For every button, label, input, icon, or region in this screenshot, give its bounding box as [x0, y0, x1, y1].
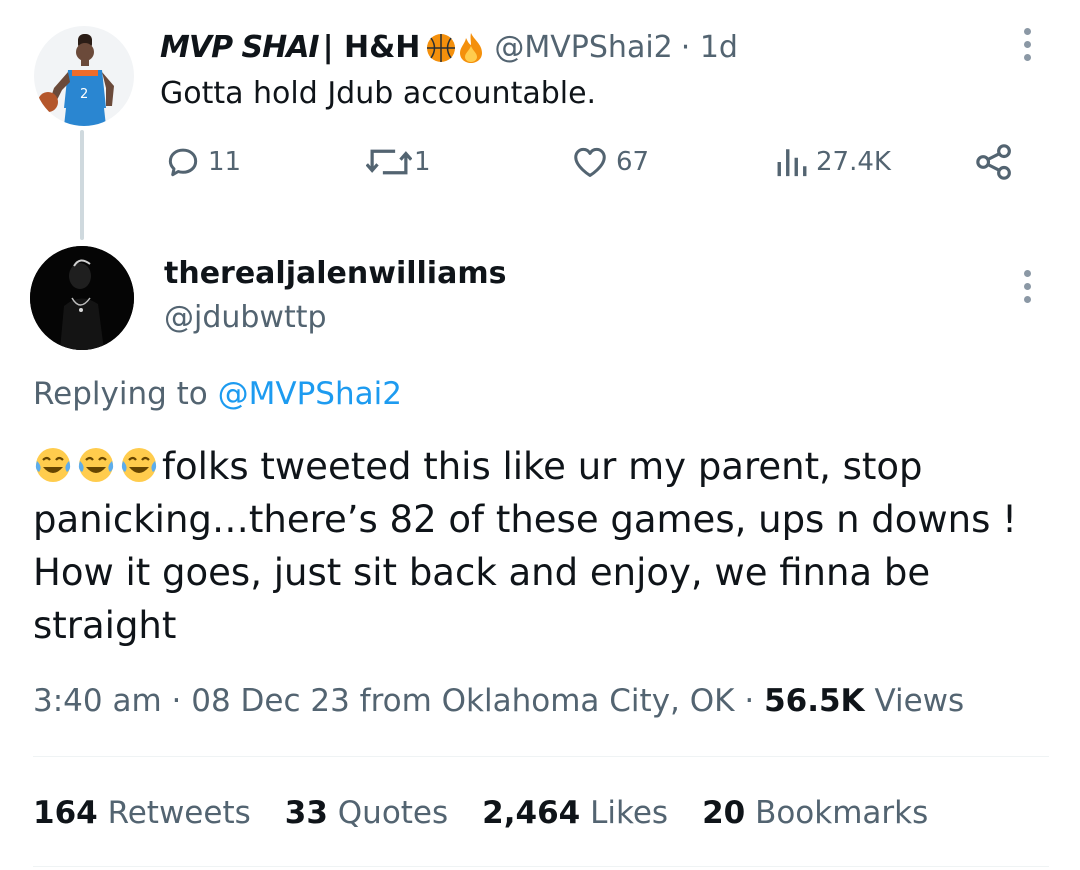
retweet-icon	[366, 149, 412, 175]
parent-tweet-text: Gotta hold Jdub accountable.	[160, 76, 597, 111]
share-action-button[interactable]	[974, 142, 1014, 182]
tweet-stats: 164 Retweets 33 Quotes 2,464 Likes 20 Bo…	[33, 795, 962, 831]
bookmarks-stat-count: 20	[702, 795, 746, 831]
likes-stat-label: Likes	[590, 795, 669, 831]
tweet-meta: 3:40 am · 08 Dec 23 from Oklahoma City, …	[33, 683, 964, 719]
parent-display-name[interactable]: MVP SHAI	[160, 30, 320, 65]
fire-emoji-icon	[460, 32, 483, 63]
reply-bubble-icon	[168, 148, 198, 177]
reply-tweet-text-block: folks tweeted this like ur my parent, st…	[33, 440, 1043, 652]
divider	[33, 866, 1049, 867]
replying-to-line: Replying to @MVPShai2	[33, 376, 402, 412]
laughing-tears-emoji-icon	[121, 448, 157, 482]
retweet-action-button[interactable]: 1	[366, 142, 431, 182]
replying-to-label: Replying to	[33, 376, 208, 412]
parent-display-name-suffix[interactable]: | H&H	[323, 30, 421, 65]
parent-time-ago[interactable]: · 1d	[681, 30, 738, 65]
svg-text:2: 2	[80, 87, 88, 102]
person-silhouette-icon	[30, 246, 134, 350]
thread-line	[80, 130, 84, 240]
likes-stat-count: 2,464	[482, 795, 581, 831]
divider	[33, 756, 1049, 757]
like-count: 67	[616, 147, 650, 177]
laughing-tears-emoji-icon	[35, 448, 71, 482]
share-icon	[976, 144, 1011, 180]
views-action-button[interactable]: 27.4K	[774, 142, 891, 182]
likes-stat[interactable]: 2,464 Likes	[482, 795, 668, 831]
reply-more-options-icon[interactable]	[1024, 270, 1032, 309]
views-count: 27.4K	[816, 147, 891, 177]
parent-more-options-icon[interactable]	[1024, 28, 1032, 67]
reply-tweet-text: folks tweeted this like ur my parent, st…	[33, 445, 1018, 647]
quotes-stat-count: 33	[284, 795, 328, 831]
tweet-views-count: 56.5K	[764, 683, 865, 719]
bookmarks-stat[interactable]: 20 Bookmarks	[702, 795, 928, 831]
reply-action-button[interactable]: 11	[164, 142, 241, 182]
basketball-emoji-icon	[427, 33, 456, 62]
quotes-stat[interactable]: 33 Quotes	[285, 795, 448, 831]
parent-avatar[interactable]: 2	[34, 26, 134, 126]
reply-handle[interactable]: @jdubwttp	[164, 300, 327, 335]
tweet-views-label: Views	[874, 683, 965, 719]
tweet-timestamp-location[interactable]: 3:40 am · 08 Dec 23 from Oklahoma City, …	[33, 683, 754, 719]
laughing-tears-emoji-icon	[78, 448, 114, 482]
heart-icon	[574, 147, 606, 177]
parent-header: MVP SHAI | H&H @MVPShai2 · 1d	[160, 30, 738, 65]
views-bar-chart-icon	[777, 149, 807, 177]
parent-handle[interactable]: @MVPShai2	[494, 30, 672, 65]
reply-display-name[interactable]: therealjalenwilliams	[164, 256, 506, 291]
retweets-stat-label: Retweets	[107, 795, 251, 831]
retweet-count: 1	[414, 147, 431, 177]
reply-avatar[interactable]	[30, 246, 134, 350]
bookmarks-stat-label: Bookmarks	[755, 795, 929, 831]
replying-to-handle-link[interactable]: @MVPShai2	[218, 376, 402, 412]
quotes-stat-label: Quotes	[337, 795, 449, 831]
reply-count: 11	[208, 147, 242, 177]
player-photo-icon: 2	[34, 26, 134, 126]
like-action-button[interactable]: 67	[570, 142, 649, 182]
retweets-stat-count: 164	[33, 795, 98, 831]
retweets-stat[interactable]: 164 Retweets	[33, 795, 251, 831]
